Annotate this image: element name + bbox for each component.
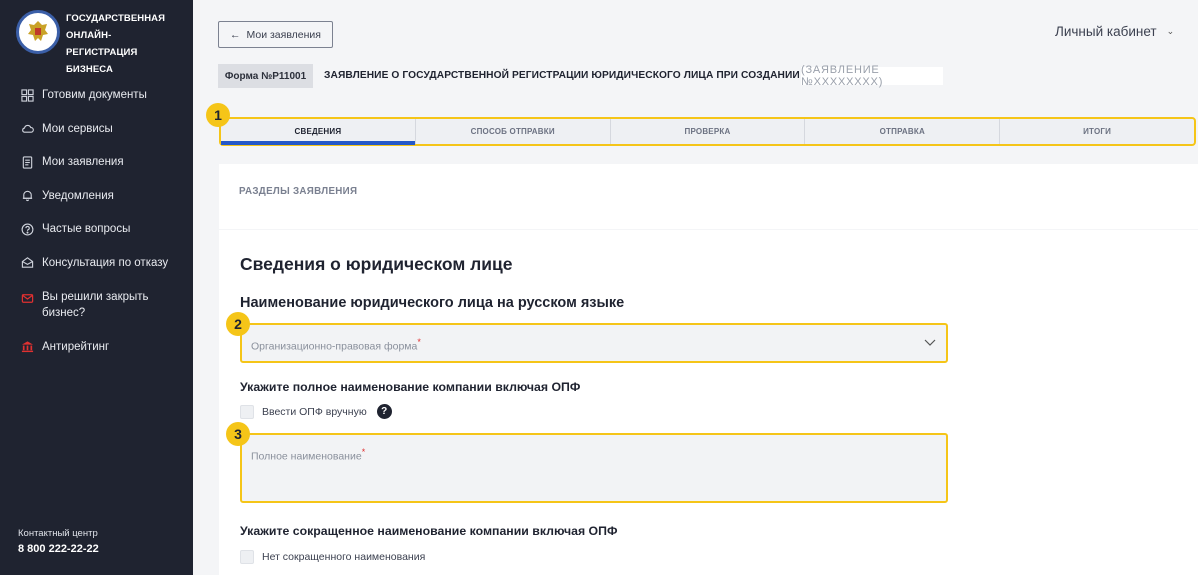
opf-placeholder: Организационно-правовая форма* xyxy=(251,337,421,353)
chevron-down-icon: ⌄ xyxy=(1166,26,1175,36)
sidebar-item-notifications[interactable]: Уведомления xyxy=(0,189,193,223)
step-tabs: СВЕДЕНИЯ СПОСОБ ОТПРАВКИ ПРОВЕРКА ОТПРАВ… xyxy=(219,117,1196,146)
logo-text: ГОСУДАРСТВЕННАЯ ОНЛАЙН-РЕГИСТРАЦИЯ БИЗНЕ… xyxy=(66,13,166,75)
tab-check[interactable]: ПРОВЕРКА xyxy=(611,119,806,144)
sidebar-item-label: Уведомления xyxy=(42,189,114,202)
manual-opf-row[interactable]: Ввести ОПФ вручную ? xyxy=(240,404,392,419)
chat-icon xyxy=(20,256,34,270)
main-area: ← Мои заявления Личный кабинет ⌄ Форма №… xyxy=(193,0,1198,575)
subsection-heading: Наименование юридического лица на русско… xyxy=(240,295,625,311)
section-heading: Сведения о юридическом лице xyxy=(240,254,513,274)
tab-sending[interactable]: ОТПРАВКА xyxy=(805,119,1001,144)
full-name-placeholder: Полное наименование* xyxy=(251,447,366,463)
grid-icon xyxy=(20,88,34,102)
sidebar: ГОСУДАРСТВЕННАЯ ОНЛАЙН-РЕГИСТРАЦИЯ БИЗНЕ… xyxy=(0,0,193,575)
logo[interactable]: ГОСУДАРСТВЕННАЯ ОНЛАЙН-РЕГИСТРАЦИЯ БИЗНЕ… xyxy=(16,10,176,78)
sections-label: РАЗДЕЛЫ ЗАЯВЛЕНИЯ xyxy=(239,186,358,197)
building-icon xyxy=(20,340,34,354)
help-icon[interactable]: ? xyxy=(376,404,392,419)
sidebar-item-label: Консультация по отказу xyxy=(42,256,169,269)
sidebar-item-documents[interactable]: Готовим документы xyxy=(0,88,193,122)
required-asterisk: * xyxy=(361,447,366,457)
form-badge: Форма №Р11001 xyxy=(218,64,313,88)
sidebar-item-close-business[interactable]: Вы решили закрыть бизнес? xyxy=(0,290,193,340)
arrow-left-icon: ← xyxy=(230,28,241,41)
marker-3: 3 xyxy=(226,422,250,446)
sidebar-item-services[interactable]: Мои сервисы xyxy=(0,122,193,156)
sidebar-nav: Готовим документы Мои сервисы Мои заявле… xyxy=(0,88,193,373)
form-content: Сведения о юридическом лице Наименование… xyxy=(219,230,1198,575)
form-number: (ЗАЯВЛЕНИЕ №XXXXXXXX) xyxy=(801,64,943,88)
form-title: ЗАЯВЛЕНИЕ О ГОСУДАРСТВЕННОЙ РЕГИСТРАЦИИ … xyxy=(324,70,800,81)
manual-opf-label: Ввести ОПФ вручную xyxy=(262,405,367,418)
no-short-name-checkbox[interactable] xyxy=(240,550,254,564)
tab-details[interactable]: СВЕДЕНИЯ xyxy=(221,119,416,145)
contact-phone[interactable]: 8 800 222-22-22 xyxy=(18,543,99,555)
sidebar-item-applications[interactable]: Мои заявления xyxy=(0,155,193,189)
sidebar-item-consultation[interactable]: Консультация по отказу xyxy=(0,256,193,290)
document-icon xyxy=(20,155,34,169)
opf-select[interactable]: Организационно-правовая форма* xyxy=(240,323,948,363)
sidebar-item-label: Частые вопросы xyxy=(42,223,131,236)
short-name-heading: Укажите сокращенное наименование компани… xyxy=(240,524,618,538)
tab-delivery-method[interactable]: СПОСОБ ОТПРАВКИ xyxy=(416,119,611,144)
required-asterisk: * xyxy=(417,337,421,347)
question-circle-icon xyxy=(20,222,34,236)
back-button[interactable]: ← Мои заявления xyxy=(218,21,333,48)
bell-icon xyxy=(20,189,34,203)
sidebar-item-label: Антирейтинг xyxy=(42,340,110,353)
sidebar-item-label: Вы решили закрыть бизнес? xyxy=(42,290,149,319)
full-name-input[interactable]: Полное наименование* xyxy=(240,433,948,503)
full-name-heading: Укажите полное наименование компании вкл… xyxy=(240,380,581,394)
marker-1: 1 xyxy=(206,103,230,127)
marker-2: 2 xyxy=(226,312,250,336)
sidebar-item-label: Мои сервисы xyxy=(42,122,113,135)
back-button-label: Мои заявления xyxy=(246,28,321,41)
mail-icon xyxy=(20,292,34,306)
no-short-name-label: Нет сокращенного наименования xyxy=(262,551,426,563)
sidebar-item-label: Мои заявления xyxy=(42,156,124,169)
sidebar-item-faq[interactable]: Частые вопросы xyxy=(0,222,193,256)
cloud-icon xyxy=(20,122,34,136)
sidebar-item-label: Готовим документы xyxy=(42,89,147,101)
contact-label: Контактный центр xyxy=(18,528,98,539)
no-short-name-row[interactable]: Нет сокращенного наименования xyxy=(240,550,425,564)
emblem-icon xyxy=(16,10,60,54)
account-label: Личный кабинет xyxy=(1055,24,1157,39)
tab-results[interactable]: ИТОГИ xyxy=(1000,119,1194,144)
account-menu[interactable]: Личный кабинет ⌄ xyxy=(1055,24,1174,39)
manual-opf-checkbox[interactable] xyxy=(240,404,254,419)
sidebar-item-antirating[interactable]: Антирейтинг xyxy=(0,340,193,374)
sections-card[interactable]: РАЗДЕЛЫ ЗАЯВЛЕНИЯ xyxy=(219,164,1198,229)
contact-center: Контактный центр 8 800 222-22-22 xyxy=(18,528,99,555)
chevron-down-icon xyxy=(924,339,936,346)
